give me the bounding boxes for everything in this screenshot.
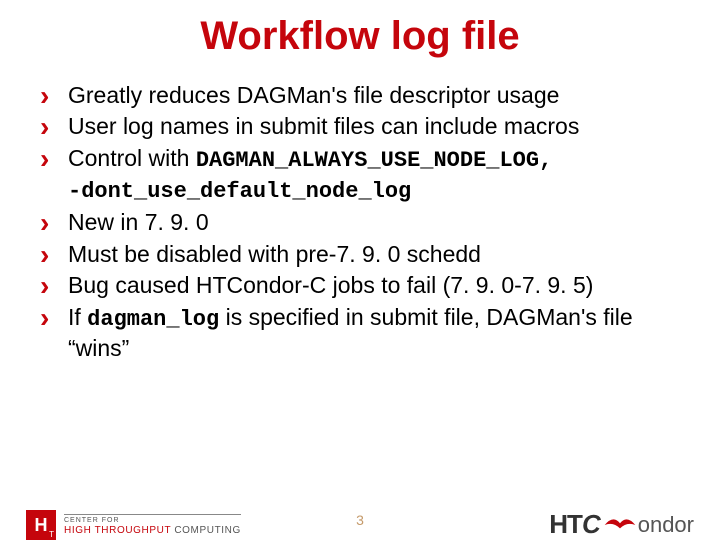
bird-icon [603,516,637,534]
bullet-item: Greatly reduces DAGMan's file descriptor… [40,81,694,110]
code-text: dagman_log [87,307,219,332]
logo-square-icon: H T [26,510,56,540]
logo-word: HIGH THROUGHPUT [64,525,171,536]
bullet-item: If dagman_log is specified in submit fil… [40,303,694,364]
logo-letters: C [582,509,600,539]
bullet-item: Control with DAGMAN_ALWAYS_USE_NODE_LOG,… [40,144,694,206]
slide-body: Greatly reduces DAGMan's file descriptor… [0,81,720,363]
bullet-item: New in 7. 9. 0 [40,208,694,237]
slide-title: Workflow log file [0,14,720,59]
logo-letter: T [49,530,54,539]
logo-text-ht: HTC [549,509,599,540]
bullet-text: Control with [68,145,196,171]
code-text: DAGMAN_ALWAYS_USE_NODE_LOG, [196,148,552,173]
bullet-text: If [68,304,87,330]
logo-line: CENTER FOR [64,517,241,525]
logo-word: COMPUTING [174,525,241,536]
slide-number: 3 [356,512,364,528]
logo-text: CENTER FOR HIGH THROUGHPUT COMPUTING [64,514,241,537]
logo-letter: H [35,515,48,536]
code-text: -dont_use_default_node_log [68,179,411,204]
slide-footer: H T CENTER FOR HIGH THROUGHPUT COMPUTING… [0,488,720,554]
logo-letters: HT [549,509,582,539]
logo-text-ondor: ondor [638,512,694,538]
htcondor-logo: HTC ondor [549,509,694,540]
bullet-item: Bug caused HTCondor-C jobs to fail (7. 9… [40,271,694,300]
bullet-item: User log names in submit files can inclu… [40,112,694,141]
bullet-list: Greatly reduces DAGMan's file descriptor… [40,81,694,363]
htc-computing-logo: H T CENTER FOR HIGH THROUGHPUT COMPUTING [26,510,241,540]
logo-line: HIGH THROUGHPUT COMPUTING [64,525,241,537]
bullet-item: Must be disabled with pre-7. 9. 0 schedd [40,240,694,269]
